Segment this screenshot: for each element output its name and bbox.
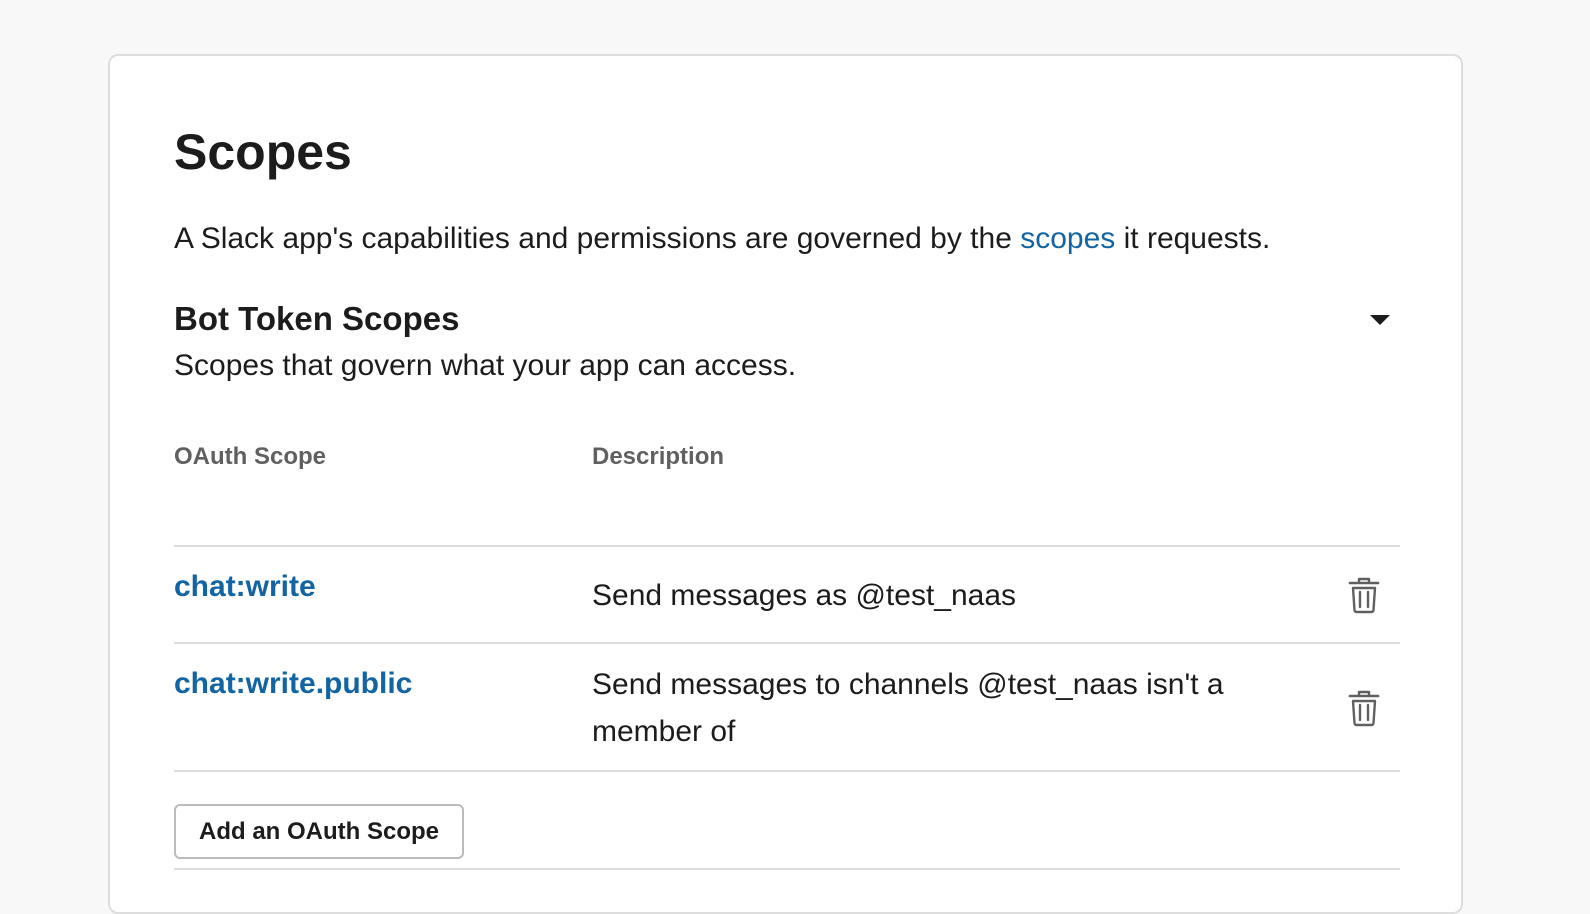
column-header-oauth-scope: OAuth Scope	[174, 443, 327, 470]
scopes-link[interactable]: scopes	[1020, 222, 1115, 255]
trash-icon[interactable]	[1348, 689, 1380, 727]
table-bottom-divider	[174, 770, 1400, 772]
table-row-divider	[174, 642, 1400, 644]
bot-token-scopes-description: Scopes that govern what your app can acc…	[174, 349, 797, 382]
section-divider	[174, 868, 1400, 870]
column-header-description: Description	[592, 443, 725, 470]
intro-text: A Slack app's capabilities and permissio…	[174, 222, 1021, 255]
scopes-intro: A Slack app's capabilities and permissio…	[174, 220, 1270, 258]
scope-link-chat-write[interactable]: chat:write	[174, 569, 316, 605]
scope-description: Send messages as @test_naas	[592, 579, 1017, 612]
caret-down-icon[interactable]	[1362, 304, 1398, 334]
table-header-divider	[174, 545, 1400, 547]
page-title: Scopes	[174, 124, 352, 180]
scope-link-chat-write-public[interactable]: chat:write.public	[174, 666, 412, 702]
intro-text-end: it requests.	[1115, 222, 1271, 255]
trash-icon[interactable]	[1348, 576, 1380, 614]
scopes-card: Scopes A Slack app's capabilities and pe…	[108, 54, 1463, 914]
bot-token-scopes-heading: Bot Token Scopes	[174, 300, 460, 337]
scope-description: Send messages to channels @test_naas isn…	[592, 668, 1224, 748]
add-oauth-scope-button[interactable]: Add an OAuth Scope	[174, 804, 464, 859]
